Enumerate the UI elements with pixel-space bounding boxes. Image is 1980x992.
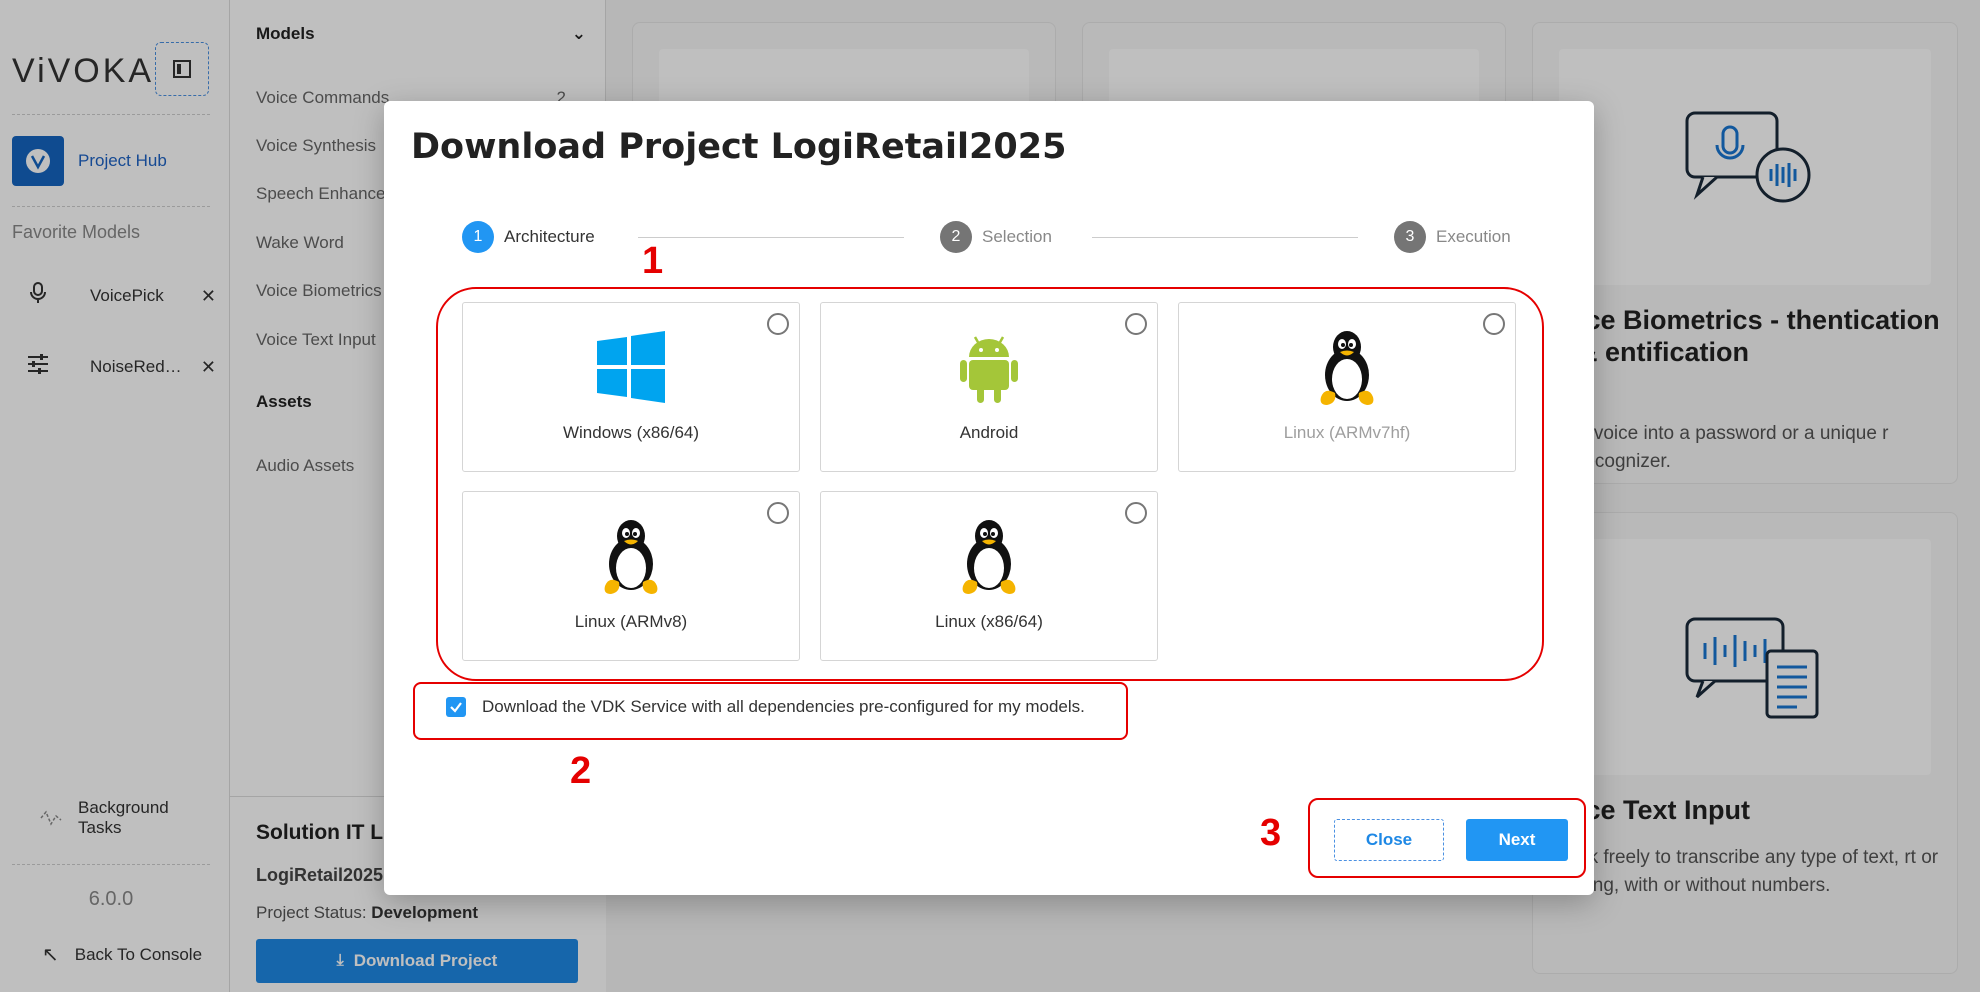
step-label: Architecture	[504, 227, 595, 246]
step-connector	[1092, 237, 1358, 238]
step-selection: 2 Selection	[940, 221, 1052, 253]
annotation-number: 1	[642, 240, 664, 282]
step-connector	[638, 237, 904, 238]
step-architecture: 1 Architecture	[462, 221, 595, 253]
annotation-box-buttons	[1308, 798, 1586, 878]
annotation-box-checkbox	[413, 682, 1128, 740]
step-label: Selection	[982, 227, 1052, 246]
annotation-box-architecture	[436, 287, 1544, 681]
step-label: Execution	[1436, 227, 1511, 246]
step-number: 1	[462, 221, 494, 253]
dialog-title: Download Project LogiRetail2025	[411, 127, 1067, 167]
step-execution: 3 Execution	[1394, 221, 1511, 253]
step-number: 3	[1394, 221, 1426, 253]
step-number: 2	[940, 221, 972, 253]
annotation-number: 2	[570, 750, 592, 792]
annotation-number: 3	[1260, 812, 1282, 854]
